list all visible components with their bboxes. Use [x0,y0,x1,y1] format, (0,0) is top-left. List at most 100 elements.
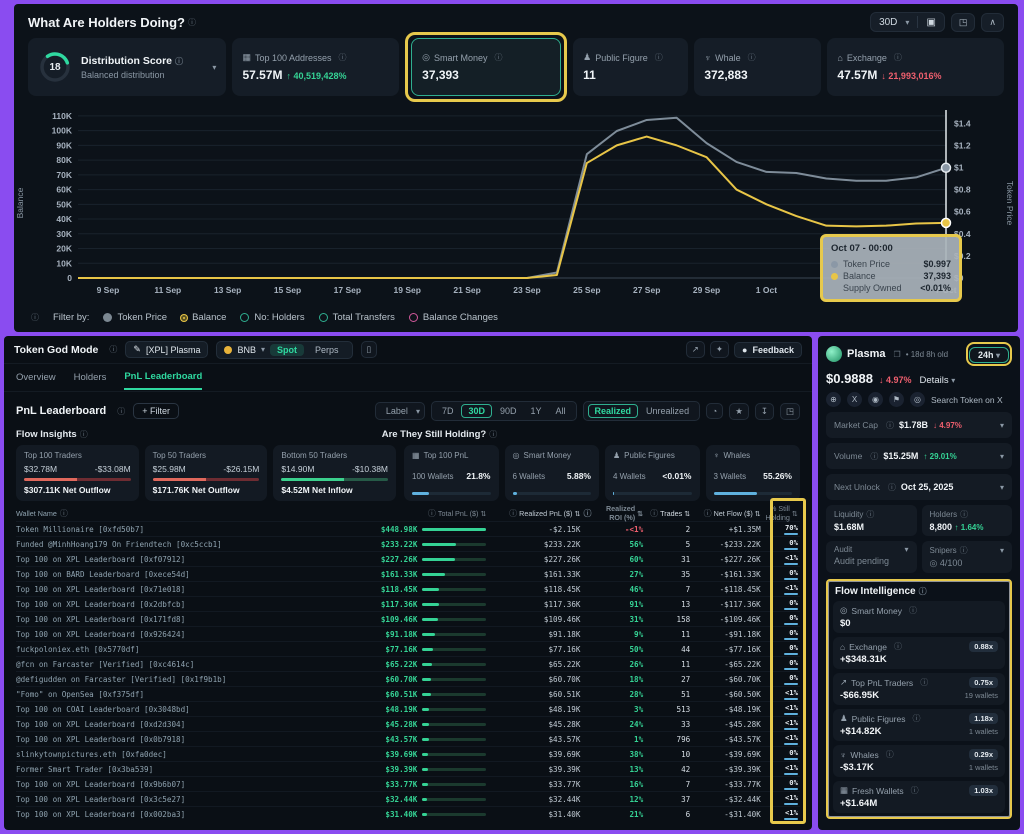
filter-option-no-holders[interactable]: No: Holders [240,312,304,323]
tab-pnl-leaderboard[interactable]: PnL Leaderboard [124,365,202,390]
history-icon[interactable]: ◔ [706,403,723,419]
table-row[interactable]: Token Millionaire [0xfd50b7]$448.98K-$2.… [16,521,800,536]
details-toggle[interactable]: Details ▾ [920,375,956,386]
add-filter-button[interactable]: + Filter [133,403,179,419]
period-1y[interactable]: 1Y [525,405,548,417]
x-icon[interactable]: X [847,392,862,407]
filter-option-balance-changes[interactable]: Balance Changes [409,312,498,323]
share-icon[interactable]: ↗ [686,341,705,358]
total-pnl-bar-fill [422,678,431,681]
table-row[interactable]: Former Smart Trader [0x3ba539]$39.39K$39… [16,761,800,776]
period-all[interactable]: All [550,405,572,417]
flow-amount: +$348.31K [840,654,887,665]
table-row[interactable]: fuckpoloniex.eth [0x5770df]$77.16K$77.16… [16,641,800,656]
stat-card-top100-addresses[interactable]: ▦Top 100 Addressesⓘ 57.57M↑ 40,519,428% [232,38,399,96]
flow-intel-item[interactable]: ⌂Exchangeⓘ0.88x+$348.31K [833,637,1005,669]
table-row[interactable]: @fcn on Farcaster [Verified] [0xc4614c]$… [16,656,800,671]
sort-roi[interactable]: ⓘRealized ROI (%)⇅ [580,504,643,522]
flag-icon[interactable]: ⚑ [889,392,904,407]
flow-insight-card[interactable]: Top 50 Traders$25.98M-$26.15M$171.76K Ne… [145,445,268,501]
period-90d[interactable]: 90D [494,405,523,417]
flow-intel-item[interactable]: ◎Smart Moneyⓘ$0 [833,601,1005,633]
copy-icon[interactable]: ❐ [894,350,901,359]
sort-total-pnl[interactable]: ⓘTotal PnL ($)⇅ [330,508,487,519]
collapse-button[interactable]: ∧ [981,13,1004,32]
timeframe-dropdown[interactable]: 24h ▾ [969,347,1009,363]
table-row[interactable]: slinkytownpictures.eth [0xfa0dec]$39.69K… [16,746,800,761]
spark-icon[interactable]: ✦ [710,341,729,358]
sort-still-holding[interactable]: % Still Holding⇅ [761,504,800,522]
label-dropdown[interactable]: Label▾ [375,402,425,420]
distribution-score-card[interactable]: 18 Distribution Scoreⓘ Balanced distribu… [28,38,226,96]
table-row[interactable]: Top 100 on XPL Leaderboard [0x002ba3]$31… [16,806,800,821]
realized-pnl: $117.36K [486,600,580,609]
table-row[interactable]: Funded @MinhHoang179 On Friendtech [0xc5… [16,536,800,551]
filter-option-balance[interactable]: Balance [181,312,226,323]
stat-card-public-figure[interactable]: ♟Public Figureⓘ 11 [573,38,688,96]
table-row[interactable]: Top 100 on XPL Leaderboard [0xd2d304]$45… [16,716,800,731]
fullscreen-button[interactable]: ◳ [951,13,976,32]
stat-card-smart-money[interactable]: ◎Smart Moneyⓘ 37,393 [411,38,561,96]
sort-net-flow[interactable]: ⓘNet Flow ($)⇅ [690,508,761,519]
table-row[interactable]: Top 100 on XPL Leaderboard [0x3c5e27]$32… [16,791,800,806]
next-unlock-card[interactable]: Next Unlockⓘ Oct 25, 2025 ▾ [826,474,1012,500]
flow-intel-item[interactable]: ▦Fresh Walletsⓘ1.03x+$1.64M [833,781,1005,813]
feedback-button[interactable]: ●Feedback [734,342,802,358]
still-holding-card[interactable]: ▦Top 100 PnL100 Wallets21.8% [404,445,499,501]
still-holding-card[interactable]: ◎Smart Money6 Wallets5.88% [505,445,600,501]
website-icon[interactable]: ⊕ [826,392,841,407]
net-flow: -$43.57K [690,735,761,744]
download-icon[interactable]: ↧ [755,403,774,420]
flow-insight-card[interactable]: Bottom 50 Traders$14.90M-$10.38M$4.52M N… [273,445,396,501]
snipers-cell[interactable]: Snipersⓘ▾ ◎ 4/100 [922,541,1013,573]
filter-option-token-price[interactable]: Token Price [103,312,167,323]
search-icon[interactable]: ◎ [910,392,925,407]
still-holding-card[interactable]: ♆Whales3 Wallets55.26% [706,445,801,501]
period-7d[interactable]: 7D [436,405,460,417]
table-row[interactable]: Top 100 on COAI Leaderboard [0x3048bd]$4… [16,701,800,716]
filter-option-total-transfers[interactable]: Total Transfers [319,312,395,323]
volume-card[interactable]: Volumeⓘ $15.25M ↑ 29.01% ▾ [826,443,1012,469]
table-row[interactable]: Top 100 on XPL Leaderboard [0x171fd8]$10… [16,611,800,626]
search-token-link[interactable]: Search Token on X [931,395,1003,405]
token-selector[interactable]: ✎[XPL] Plasma [125,341,208,358]
flow-intel-icon: ♟ [840,713,848,724]
stat-card-exchange[interactable]: ⌂Exchangeⓘ 47.57M↓ 21,993,016% [827,38,1004,96]
table-row[interactable]: Top 100 on XPL Leaderboard [0x71e018]$11… [16,581,800,596]
sort-realized-pnl[interactable]: ⓘRealized PnL ($)⇅ [486,508,580,519]
table-row[interactable]: Top 100 on XPL Leaderboard [0x9b6b07]$33… [16,776,800,791]
chain-selector[interactable]: BNB [237,345,256,355]
tab-overview[interactable]: Overview [16,366,56,389]
audit-cell[interactable]: Audit▾ Audit pending [826,541,917,573]
table-row[interactable]: @defigudden on Farcaster [Verified] [0x1… [16,671,800,686]
unrealized-toggle[interactable]: Unrealized [640,405,695,417]
tab-perps[interactable]: Perps [309,344,345,356]
sort-trades[interactable]: ⓘTrades⇅ [643,508,690,519]
snapshot-icon[interactable]: ▣ [926,17,935,28]
flow-intel-item[interactable]: ↗Top PnL Tradersⓘ0.75x-$66.95K19 wallets [833,673,1005,705]
table-row[interactable]: Top 100 on XPL Leaderboard [0x926424]$91… [16,626,800,641]
table-row[interactable]: Top 100 on XPL Leaderboard [0xf07912]$22… [16,551,800,566]
bell-icon[interactable]: ◉ [868,392,883,407]
star-icon[interactable]: ★ [729,403,749,420]
tab-spot[interactable]: Spot [270,344,304,356]
stat-card-whale[interactable]: ♆Whaleⓘ 372,883 [694,38,821,96]
flow-intel-item[interactable]: ♟Public Figuresⓘ1.18x+$14.82K1 wallets [833,709,1005,741]
table-row[interactable]: Top 100 on BARD Leaderboard [0xece54d]$1… [16,566,800,581]
expand-icon[interactable]: ◳ [780,403,800,420]
flow-insight-card[interactable]: Top 100 Traders$32.78M-$33.08M$307.11K N… [16,445,139,501]
still-holding-card[interactable]: ♟Public Figures4 Wallets<0.01% [605,445,700,501]
still-holding-cell: 70% [761,523,800,535]
holders-chart[interactable]: Balance Token Price 010K20K30K40K50K60K7… [14,102,1018,308]
realized-toggle[interactable]: Realized [588,404,639,418]
table-row[interactable]: Top 100 on XPL Leaderboard [0x2dbfcb]$11… [16,596,800,611]
period-30d[interactable]: 30D [461,404,492,418]
market-cap-card[interactable]: Market Capⓘ $1.78B ↓ 4.97% ▾ [826,412,1012,438]
tab-holders[interactable]: Holders [74,366,107,389]
table-row[interactable]: Top 100 on XPL Leaderboard [0x0b7918]$43… [16,731,800,746]
table-row[interactable]: "Fomo" on OpenSea [0xf375df]$60.51K$60.5… [16,686,800,701]
svg-text:60K: 60K [56,185,72,195]
flow-intel-item[interactable]: ♆Whalesⓘ0.29x-$3.17K1 wallets [833,745,1005,777]
mobile-icon[interactable]: ▯ [361,341,378,358]
period-dropdown[interactable]: 30D ▾ ▣ [870,12,945,32]
